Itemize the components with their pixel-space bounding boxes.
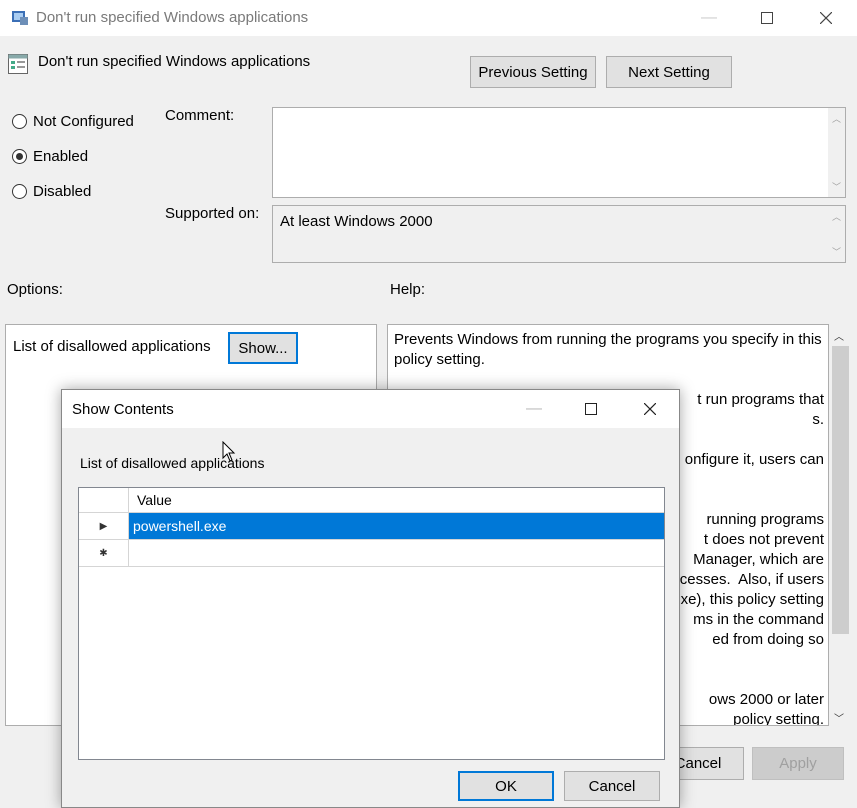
apply-button[interactable]: Apply: [752, 747, 844, 780]
title-bar: Don't run specified Windows applications…: [0, 0, 857, 36]
comment-label: Comment:: [165, 107, 235, 124]
dialog-close-button[interactable]: [627, 390, 673, 428]
dialog-cancel-button[interactable]: Cancel: [564, 771, 660, 801]
ok-button[interactable]: OK: [458, 771, 554, 801]
radio-circle-checked: [12, 149, 27, 164]
maximize-icon: [761, 12, 773, 24]
maximize-button[interactable]: [744, 0, 790, 36]
policy-setting-icon: [8, 54, 28, 74]
radio-enabled[interactable]: Enabled: [12, 148, 88, 165]
radio-circle: [12, 184, 27, 199]
dialog-title: Show Contents: [72, 401, 174, 418]
minimize-icon: —: [701, 9, 717, 26]
radio-not-configured[interactable]: Not Configured: [12, 113, 134, 130]
scroll-up-icon[interactable]: ︿: [828, 110, 845, 127]
policy-heading: Don't run specified Windows applications: [38, 53, 311, 70]
current-row-icon: ▶: [79, 513, 129, 539]
mouse-cursor-icon: [222, 441, 236, 462]
help-text-line: Prevents Windows from running the progra…: [394, 331, 822, 348]
close-icon: [820, 12, 832, 24]
scroll-up-icon[interactable]: ︿: [834, 328, 844, 343]
grid-corner: [79, 488, 129, 512]
close-button[interactable]: [803, 0, 849, 36]
table-row[interactable]: ✱: [79, 540, 664, 567]
table-cell[interactable]: [129, 540, 664, 566]
scroll-down-icon[interactable]: ﹀: [828, 178, 845, 195]
help-text-line: [394, 370, 824, 390]
radio-disabled[interactable]: Disabled: [12, 183, 91, 200]
options-label: Options:: [7, 281, 63, 298]
help-scrollbar[interactable]: ︿ ﹀: [830, 324, 850, 726]
table-row[interactable]: ▶ powershell.exe: [79, 513, 664, 540]
supported-on-value: At least Windows 2000: [280, 213, 433, 230]
supported-scrollbar[interactable]: ︿ ﹀: [828, 206, 845, 262]
radio-label: Disabled: [33, 183, 92, 200]
dialog-minimize-button[interactable]: —: [511, 390, 557, 428]
radio-label: Not Configured: [33, 113, 134, 130]
show-button[interactable]: Show...: [228, 332, 298, 364]
maximize-icon: [585, 403, 597, 415]
dialog-list-label: List of disallowed applications: [80, 455, 265, 471]
help-label: Help:: [390, 281, 426, 298]
supported-on-label: Supported on:: [165, 205, 260, 222]
values-grid[interactable]: Value ▶ powershell.exe ✱: [78, 487, 665, 760]
window-title: Don't run specified Windows applications: [36, 9, 309, 26]
grid-header: Value: [79, 488, 664, 513]
table-cell[interactable]: powershell.exe: [129, 513, 664, 539]
dialog-maximize-button[interactable]: [568, 390, 614, 428]
previous-setting-button[interactable]: Previous Setting: [470, 56, 596, 88]
minimize-icon: —: [526, 400, 542, 417]
scroll-down-icon[interactable]: ﹀: [828, 243, 845, 260]
scroll-up-icon[interactable]: ︿: [828, 208, 845, 225]
comment-textarea[interactable]: ︿ ﹀: [272, 107, 846, 198]
show-contents-dialog: Show Contents — List of disallowed appli…: [61, 389, 680, 808]
new-row-icon: ✱: [79, 540, 129, 566]
radio-label: Enabled: [33, 148, 89, 165]
column-header-value[interactable]: Value: [137, 492, 172, 508]
supported-on-field: At least Windows 2000 ︿ ﹀: [272, 205, 846, 263]
minimize-button[interactable]: —: [686, 0, 732, 36]
option-item-label: List of disallowed applications: [13, 338, 211, 355]
scroll-down-icon[interactable]: ﹀: [834, 710, 844, 725]
policy-app-icon: [12, 11, 28, 25]
radio-circle: [12, 114, 27, 129]
scroll-thumb[interactable]: [832, 346, 849, 634]
comment-scrollbar[interactable]: ︿ ﹀: [828, 108, 845, 197]
dialog-title-bar: Show Contents —: [62, 390, 679, 428]
close-icon: [644, 403, 656, 415]
help-text-line: policy setting.: [394, 351, 485, 368]
next-setting-button[interactable]: Next Setting: [606, 56, 732, 88]
